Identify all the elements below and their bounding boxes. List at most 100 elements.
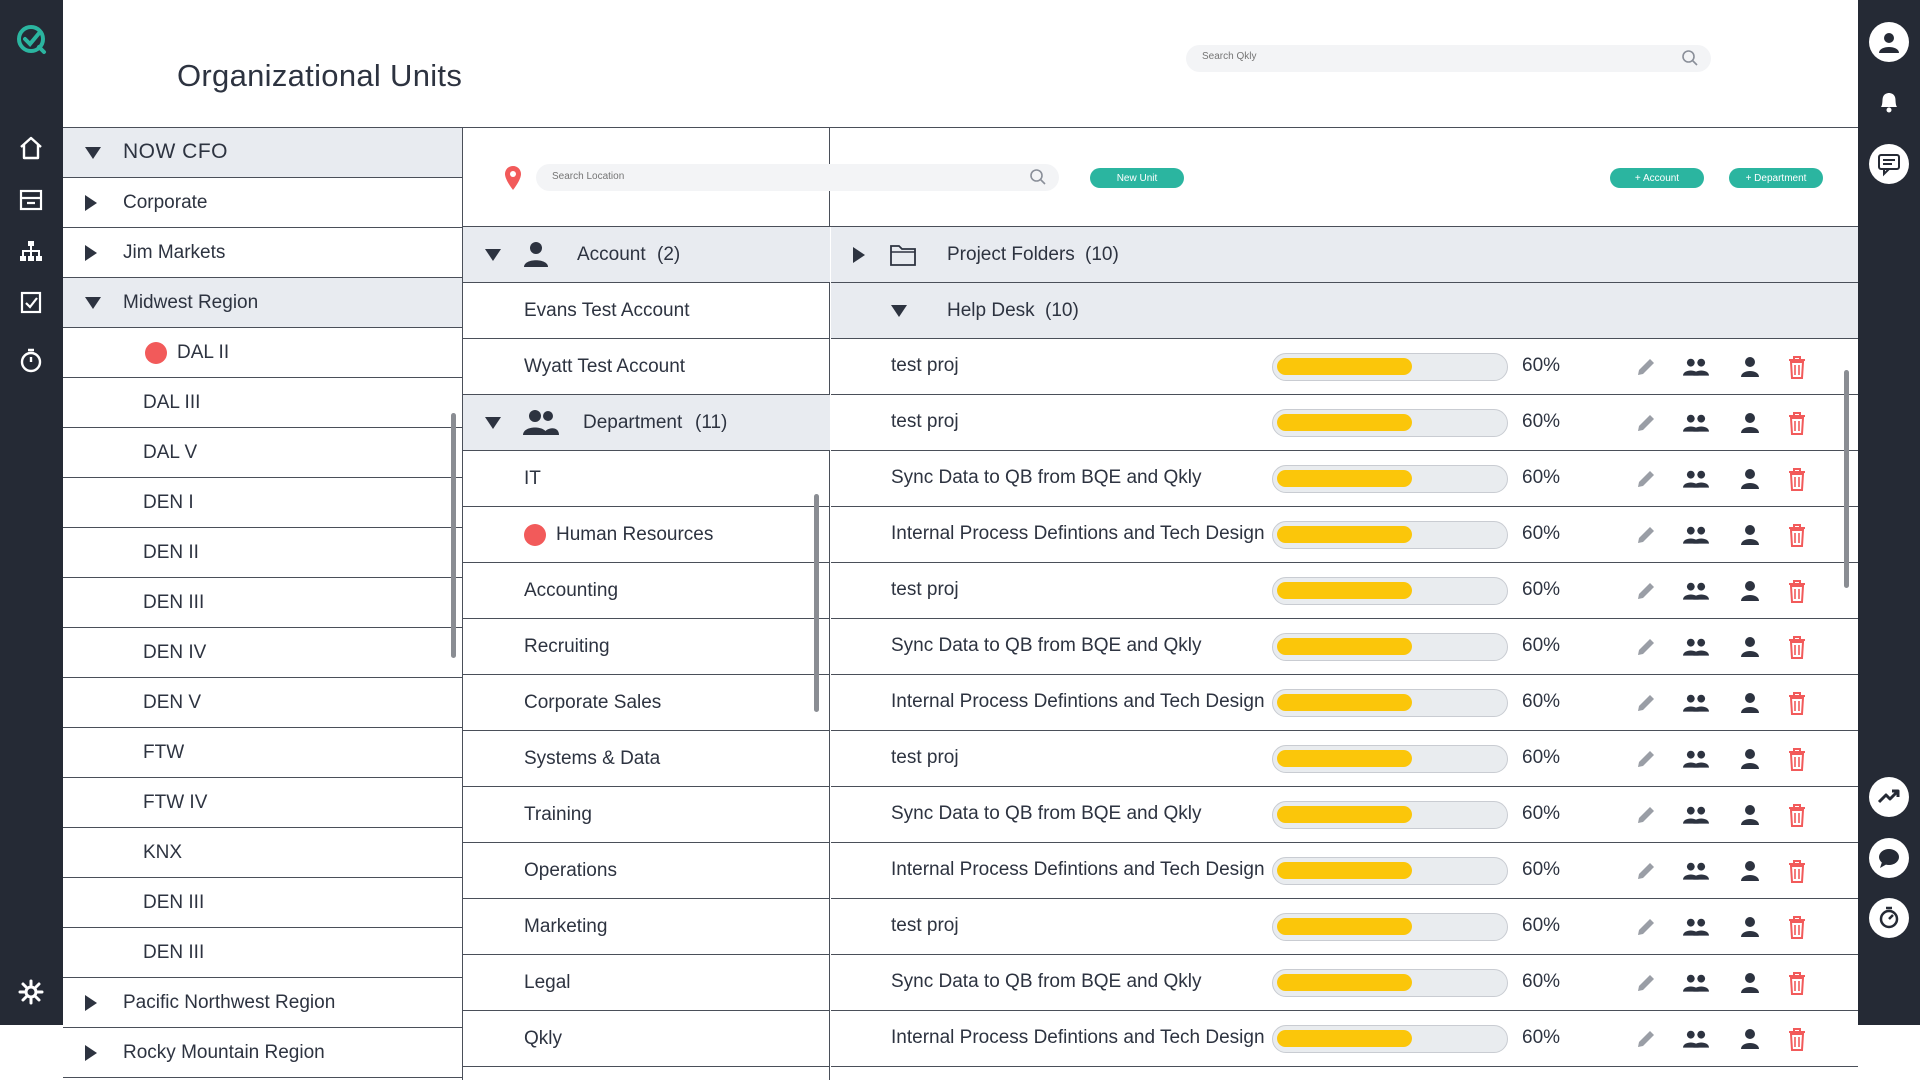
tree-item-dal-iii[interactable]: DAL III [63, 378, 462, 428]
tree-item-ftw-iv[interactable]: FTW IV [63, 778, 462, 828]
tree-item-den-v[interactable]: DEN V [63, 678, 462, 728]
trash-icon[interactable] [1784, 634, 1810, 660]
assignee-icon[interactable] [1737, 354, 1763, 380]
department-group-header[interactable]: Department (11) [463, 395, 830, 451]
department-item[interactable]: Qkly [463, 1011, 830, 1067]
tree-item-den-i[interactable]: DEN I [63, 478, 462, 528]
team-icon[interactable] [1683, 1026, 1713, 1052]
project-row[interactable]: test proj 60% [831, 339, 1858, 395]
team-icon[interactable] [1683, 802, 1713, 828]
tree-item-rocky-mountain[interactable]: Rocky Mountain Region [63, 1028, 462, 1078]
assignee-icon[interactable] [1737, 410, 1763, 436]
team-icon[interactable] [1683, 858, 1713, 884]
project-folders-header[interactable]: Project Folders (10) [831, 227, 1858, 283]
department-item[interactable]: Legal [463, 955, 830, 1011]
tree-item-dal-v[interactable]: DAL V [63, 428, 462, 478]
assignee-icon[interactable] [1737, 970, 1763, 996]
edit-pencil-icon[interactable] [1633, 690, 1659, 716]
edit-pencil-icon[interactable] [1633, 914, 1659, 940]
tree-root[interactable]: NOW CFO [63, 128, 462, 178]
stopwatch-icon[interactable] [1869, 898, 1909, 938]
trash-icon[interactable] [1784, 914, 1810, 940]
account-item[interactable]: Wyatt Test Account [463, 339, 830, 395]
department-item[interactable]: Corporate Sales [463, 675, 830, 731]
caret-down-icon[interactable] [85, 147, 101, 159]
department-item[interactable]: Human Resources [463, 507, 830, 563]
team-icon[interactable] [1683, 466, 1713, 492]
account-group-header[interactable]: Account (2) [463, 227, 830, 283]
home-icon[interactable] [17, 134, 45, 162]
search-icon[interactable] [1029, 168, 1047, 186]
tree-scrollbar[interactable] [451, 413, 456, 658]
department-item[interactable]: Accounting [463, 563, 830, 619]
department-item[interactable]: Marketing [463, 899, 830, 955]
settings-icon[interactable] [17, 978, 45, 1006]
global-search[interactable] [1186, 45, 1711, 72]
caret-right-icon[interactable] [85, 1045, 97, 1061]
qkly-logo-icon[interactable] [14, 22, 48, 56]
project-row[interactable]: Sync Data to QB from BQE and Qkly 60% [831, 955, 1858, 1011]
edit-pencil-icon[interactable] [1633, 746, 1659, 772]
tree-item-den-ii[interactable]: DEN II [63, 528, 462, 578]
edit-pencil-icon[interactable] [1633, 466, 1659, 492]
project-row[interactable]: Internal Process Defintions and Tech Des… [831, 507, 1858, 563]
team-icon[interactable] [1683, 634, 1713, 660]
caret-right-icon[interactable] [853, 247, 865, 263]
tree-item-den-iv[interactable]: DEN IV [63, 628, 462, 678]
project-row[interactable]: test proj 60% [831, 899, 1858, 955]
caret-down-icon[interactable] [891, 305, 907, 317]
bell-icon[interactable] [1876, 88, 1902, 114]
help-desk-header[interactable]: Help Desk (10) [831, 283, 1858, 339]
caret-right-icon[interactable] [85, 995, 97, 1011]
project-row[interactable]: Internal Process Defintions and Tech Des… [831, 675, 1858, 731]
tree-item-corporate[interactable]: Corporate [63, 178, 462, 228]
edit-pencil-icon[interactable] [1633, 858, 1659, 884]
trend-icon[interactable] [1869, 777, 1909, 817]
tree-item-dal-ii[interactable]: DAL II [63, 328, 462, 378]
assignee-icon[interactable] [1737, 746, 1763, 772]
add-account-button[interactable]: + Account [1610, 168, 1704, 188]
trash-icon[interactable] [1784, 354, 1810, 380]
timer-icon[interactable] [17, 346, 45, 374]
project-row[interactable]: test proj 60% [831, 395, 1858, 451]
department-item[interactable]: Systems & Data [463, 731, 830, 787]
tree-item-ftw[interactable]: FTW [63, 728, 462, 778]
department-item[interactable]: IT [463, 451, 830, 507]
project-row[interactable]: Internal Process Defintions and Tech Des… [831, 1011, 1858, 1067]
assignee-icon[interactable] [1737, 914, 1763, 940]
caret-right-icon[interactable] [85, 195, 97, 211]
caret-right-icon[interactable] [85, 245, 97, 261]
messages-icon[interactable] [1869, 838, 1909, 878]
org-chart-icon[interactable] [17, 237, 45, 265]
project-row[interactable]: test proj 60% [831, 563, 1858, 619]
team-icon[interactable] [1683, 578, 1713, 604]
trash-icon[interactable] [1784, 970, 1810, 996]
department-item[interactable]: Operations [463, 843, 830, 899]
inbox-icon[interactable] [17, 186, 45, 214]
add-department-button[interactable]: + Department [1729, 168, 1823, 188]
caret-down-icon[interactable] [485, 249, 501, 261]
project-scrollbar[interactable] [1844, 370, 1849, 588]
search-icon[interactable] [1681, 49, 1699, 67]
trash-icon[interactable] [1784, 1026, 1810, 1052]
edit-pencil-icon[interactable] [1633, 1026, 1659, 1052]
edit-pencil-icon[interactable] [1633, 802, 1659, 828]
project-row[interactable]: Sync Data to QB from BQE and Qkly 60% [831, 619, 1858, 675]
assignee-icon[interactable] [1737, 578, 1763, 604]
assignee-icon[interactable] [1737, 690, 1763, 716]
tree-item-knx[interactable]: KNX [63, 828, 462, 878]
tree-item-den-iii[interactable]: DEN III [63, 578, 462, 628]
team-icon[interactable] [1683, 914, 1713, 940]
tree-item-pacific-northwest[interactable]: Pacific Northwest Region [63, 978, 462, 1028]
location-search[interactable] [536, 164, 1059, 191]
assignee-icon[interactable] [1737, 1026, 1763, 1052]
department-item[interactable]: Recruiting [463, 619, 830, 675]
trash-icon[interactable] [1784, 410, 1810, 436]
assignee-icon[interactable] [1737, 802, 1763, 828]
tree-item-jim-markets[interactable]: Jim Markets [63, 228, 462, 278]
caret-down-icon[interactable] [85, 297, 101, 309]
trash-icon[interactable] [1784, 802, 1810, 828]
chat-icon[interactable] [1869, 144, 1909, 184]
team-icon[interactable] [1683, 690, 1713, 716]
edit-pencil-icon[interactable] [1633, 970, 1659, 996]
